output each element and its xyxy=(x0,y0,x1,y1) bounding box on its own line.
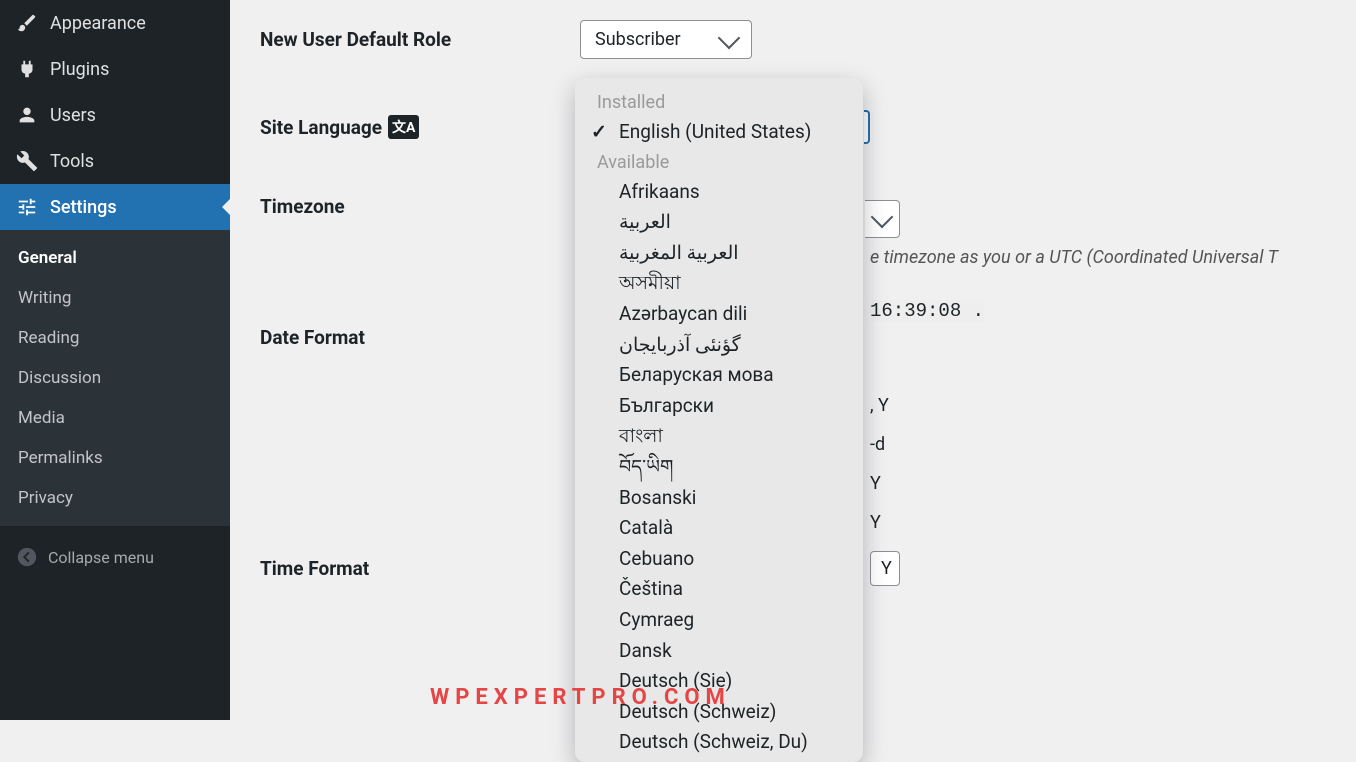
dropdown-item[interactable]: Azərbaycan dili xyxy=(575,299,863,330)
dropdown-item[interactable]: Cebuano xyxy=(575,544,863,575)
translate-icon: 文A xyxy=(388,115,419,139)
menu-label: Settings xyxy=(50,197,117,218)
utc-time-value: 16:39:08 . xyxy=(870,300,984,322)
submenu-privacy[interactable]: Privacy xyxy=(0,478,230,518)
collapse-label: Collapse menu xyxy=(48,548,154,567)
submenu-discussion[interactable]: Discussion xyxy=(0,358,230,398)
collapse-icon xyxy=(16,546,38,568)
dropdown-item[interactable]: བོད་ཡིག xyxy=(575,452,863,483)
wrench-icon xyxy=(16,150,38,172)
submenu-reading[interactable]: Reading xyxy=(0,318,230,358)
watermark-text: WPEXPERTPRO.COM xyxy=(430,685,731,710)
menu-settings[interactable]: Settings xyxy=(0,184,230,230)
user-icon xyxy=(16,104,38,126)
dropdown-item[interactable]: Afrikaans xyxy=(575,177,863,208)
language-dropdown[interactable]: Installed English (United States) Availa… xyxy=(575,78,863,762)
dropdown-item[interactable]: Cymraeg xyxy=(575,605,863,636)
custom-format-input[interactable]: Y xyxy=(870,551,900,586)
select-value: Subscriber xyxy=(595,29,681,50)
sliders-icon xyxy=(16,196,38,218)
dropdown-item[interactable]: Català xyxy=(575,513,863,544)
dropdown-item[interactable]: Bosanski xyxy=(575,483,863,514)
settings-submenu: General Writing Reading Discussion Media… xyxy=(0,230,230,526)
submenu-general[interactable]: General xyxy=(0,238,230,278)
menu-label: Appearance xyxy=(50,13,146,34)
label-date-format: Date Format xyxy=(260,318,580,349)
date-format-options: , Y -d Y Y Y xyxy=(870,395,900,604)
date-format-custom[interactable]: Y xyxy=(870,551,900,586)
brush-icon xyxy=(16,12,38,34)
dropdown-item[interactable]: Беларуская мова xyxy=(575,360,863,391)
utc-time-display: 16:39:08 . xyxy=(870,298,984,322)
chevron-down-icon xyxy=(717,26,740,49)
dropdown-item[interactable]: অসমীয়া xyxy=(575,268,863,299)
collapse-menu[interactable]: Collapse menu xyxy=(0,532,230,582)
row-default-role: New User Default Role Subscriber xyxy=(260,20,1326,59)
submenu-permalinks[interactable]: Permalinks xyxy=(0,438,230,478)
menu-label: Tools xyxy=(50,151,94,172)
menu-tools[interactable]: Tools xyxy=(0,138,230,184)
select-default-role[interactable]: Subscriber xyxy=(580,20,752,59)
label-time-format: Time Format xyxy=(260,549,580,580)
dropdown-item[interactable]: العربية xyxy=(575,207,863,238)
menu-users[interactable]: Users xyxy=(0,92,230,138)
date-format-option[interactable]: Y xyxy=(870,512,900,533)
menu-label: Plugins xyxy=(50,59,109,80)
menu-appearance[interactable]: Appearance xyxy=(0,0,230,46)
language-select-peek[interactable] xyxy=(864,110,870,144)
dropdown-item[interactable]: العربية المغربية xyxy=(575,238,863,269)
menu-plugins[interactable]: Plugins xyxy=(0,46,230,92)
date-format-option[interactable]: -d xyxy=(870,434,900,455)
label-site-language: Site Language 文A xyxy=(260,107,580,139)
dropdown-item[interactable]: گؤنئی آذربایجان xyxy=(575,330,863,361)
dropdown-item[interactable]: Dansk xyxy=(575,636,863,667)
submenu-writing[interactable]: Writing xyxy=(0,278,230,318)
menu-label: Users xyxy=(50,105,96,126)
label-timezone: Timezone xyxy=(260,187,580,218)
plug-icon xyxy=(16,58,38,80)
dropdown-item[interactable]: Български xyxy=(575,391,863,422)
dropdown-item[interactable]: Deutsch (Schweiz, Du) xyxy=(575,727,863,758)
admin-sidebar: Appearance Plugins Users Tools Settings … xyxy=(0,0,230,720)
date-format-option[interactable]: , Y xyxy=(870,395,900,416)
submenu-media[interactable]: Media xyxy=(0,398,230,438)
label-default-role: New User Default Role xyxy=(260,20,580,51)
chevron-down-icon xyxy=(871,206,894,229)
dropdown-header-installed: Installed xyxy=(575,88,863,117)
dropdown-item[interactable]: Čeština xyxy=(575,574,863,605)
timezone-select-peek[interactable] xyxy=(865,200,900,238)
dropdown-item[interactable]: বাংলা xyxy=(575,421,863,452)
dropdown-header-available: Available xyxy=(575,148,863,177)
dropdown-item-selected[interactable]: English (United States) xyxy=(575,117,863,148)
timezone-help-text: e timezone as you or a UTC (Coordinated … xyxy=(870,247,1278,268)
date-format-option[interactable]: Y xyxy=(870,473,900,494)
